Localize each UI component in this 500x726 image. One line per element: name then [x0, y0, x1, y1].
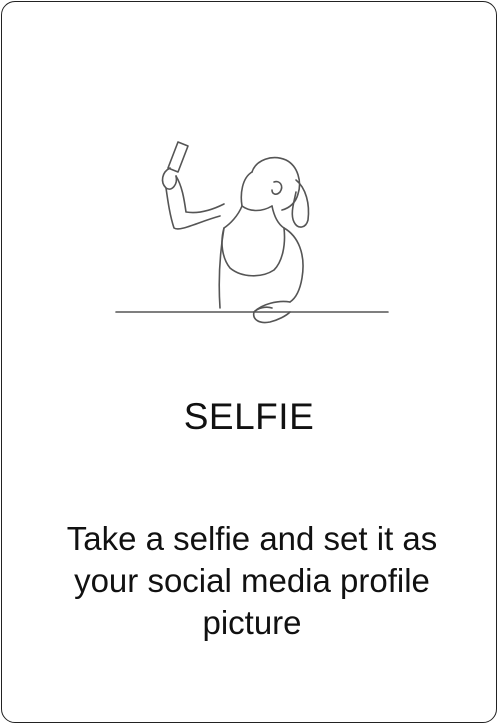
challenge-card: SELFIE Take a selfie and set it as your … — [1, 1, 497, 723]
card-description: Take a selfie and set it as your social … — [66, 520, 438, 641]
selfie-line-art-icon — [102, 132, 402, 332]
card-title: SELFIE — [183, 396, 315, 437]
